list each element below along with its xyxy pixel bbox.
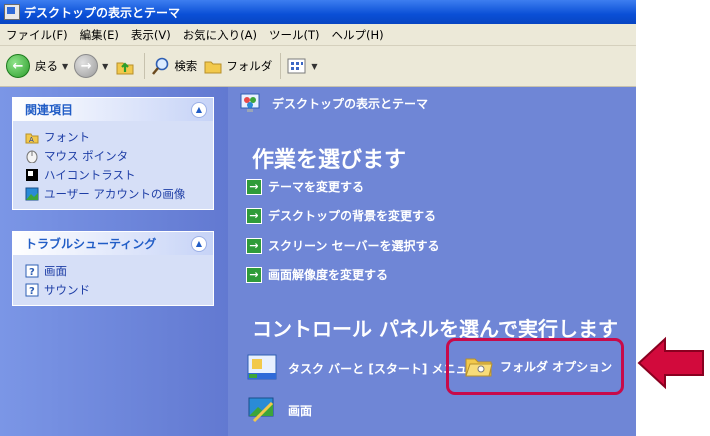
title-bar[interactable]: デスクトップの表示とテーマ <box>0 0 636 24</box>
svg-text:?: ? <box>29 267 35 278</box>
search-label: 検索 <box>174 59 198 73</box>
related-topics-box: 関連項目 ▲ A フォント マウス ポインタ ハイコントラスト ユーザー アカウ… <box>12 97 214 210</box>
views-icon <box>287 58 306 74</box>
trouble-item-label: 画面 <box>44 263 67 278</box>
related-item-user-picture[interactable]: ユーザー アカウントの画像 <box>25 184 203 203</box>
menu-file[interactable]: ファイル(F) <box>0 27 74 43</box>
forward-button[interactable]: → ▼ <box>74 52 108 80</box>
troubleshooting-title: トラブルシューティング <box>25 237 157 251</box>
related-topics-header[interactable]: 関連項目 ▲ <box>13 98 213 121</box>
trouble-item-label: サウンド <box>44 282 90 297</box>
cp-display[interactable]: 画面 <box>246 393 312 427</box>
forward-dropdown-icon[interactable]: ▼ <box>102 62 108 71</box>
folder-up-icon <box>116 62 134 75</box>
menu-view[interactable]: 表示(V) <box>125 27 177 43</box>
collapse-chevron-icon[interactable]: ▲ <box>191 101 207 118</box>
back-button[interactable]: ← 戻る ▼ <box>6 52 68 80</box>
troubleshooting-header[interactable]: トラブルシューティング ▲ <box>13 232 213 255</box>
task-change-background[interactable]: → デスクトップの背景を変更する <box>246 207 436 224</box>
task-label: 画面解像度を変更する <box>268 268 389 282</box>
task-arrow-icon: → <box>246 207 262 224</box>
help-icon: ? <box>25 283 39 297</box>
related-item-label: ユーザー アカウントの画像 <box>44 186 186 201</box>
views-button[interactable]: ▼ <box>287 52 317 80</box>
desktop-themes-icon <box>240 93 260 112</box>
related-item-label: マウス ポインタ <box>44 148 129 163</box>
category-title: デスクトップの表示とテーマ <box>272 96 429 111</box>
user-picture-icon <box>25 187 39 200</box>
folder-icon <box>204 61 222 74</box>
task-choose-screensaver[interactable]: → スクリーン セーバーを選択する <box>246 237 439 254</box>
cp-taskbar-start-menu[interactable]: タスク バーと [スタート] メニュー <box>246 351 480 385</box>
back-label: 戻る <box>35 59 58 73</box>
task-arrow-icon: → <box>246 178 262 195</box>
task-label: テーマを変更する <box>268 180 365 194</box>
troubleshooting-box: トラブルシューティング ▲ ? 画面 ? サウンド <box>12 231 214 306</box>
task-arrow-icon: → <box>246 237 262 254</box>
back-dropdown-icon[interactable]: ▼ <box>62 62 68 71</box>
high-contrast-icon <box>26 168 38 181</box>
window-title: デスクトップの表示とテーマ <box>24 5 181 20</box>
related-item-high-contrast[interactable]: ハイコントラスト <box>25 165 203 184</box>
menu-favorites[interactable]: お気に入り(A) <box>177 27 263 43</box>
toolbar: ← 戻る ▼ → ▼ 検索 フォルダ ▼ <box>0 46 636 87</box>
mouse-icon <box>26 150 38 163</box>
back-arrow-icon: ← <box>6 54 30 78</box>
taskbar-icon <box>247 354 277 380</box>
menu-bar: ファイル(F) 編集(E) 表示(V) お気に入り(A) ツール(T) ヘルプ(… <box>0 24 636 46</box>
toolbar-separator <box>144 53 146 79</box>
trouble-item-display[interactable]: ? 画面 <box>25 261 203 280</box>
related-item-label: フォント <box>44 129 90 144</box>
up-button[interactable] <box>114 52 136 80</box>
pick-task-heading: 作業を選びます <box>252 148 407 173</box>
folders-label: フォルダ <box>226 59 273 73</box>
search-button[interactable]: 検索 <box>151 52 197 80</box>
task-arrow-icon: → <box>246 266 262 283</box>
folder-options-highlight <box>446 338 624 395</box>
help-icon: ? <box>25 264 39 278</box>
toolbar-separator <box>280 53 282 79</box>
collapse-chevron-icon[interactable]: ▲ <box>191 235 207 252</box>
related-topics-title: 関連項目 <box>25 103 74 117</box>
forward-arrow-icon: → <box>74 54 99 78</box>
related-item-mouse-pointers[interactable]: マウス ポインタ <box>25 146 203 165</box>
trouble-item-sound[interactable]: ? サウンド <box>25 280 203 299</box>
window-icon <box>4 4 20 20</box>
task-change-theme[interactable]: → テーマを変更する <box>246 178 364 195</box>
views-dropdown-icon[interactable]: ▼ <box>311 62 317 71</box>
related-item-fonts[interactable]: A フォント <box>25 127 203 146</box>
search-icon <box>152 57 169 75</box>
display-icon <box>248 397 274 423</box>
svg-text:A: A <box>29 136 34 144</box>
related-item-label: ハイコントラスト <box>44 167 136 182</box>
menu-edit[interactable]: 編集(E) <box>74 27 125 43</box>
cp-item-label: 画面 <box>288 403 313 418</box>
menu-help[interactable]: ヘルプ(H) <box>326 27 390 43</box>
task-label: デスクトップの背景を変更する <box>268 209 437 223</box>
svg-text:?: ? <box>29 286 35 297</box>
pointer-arrow-icon <box>637 336 704 390</box>
task-change-resolution[interactable]: → 画面解像度を変更する <box>246 266 388 283</box>
menu-tools[interactable]: ツール(T) <box>263 27 326 43</box>
folders-button[interactable]: フォルダ <box>203 52 272 80</box>
fonts-folder-icon: A <box>25 133 39 144</box>
task-label: スクリーン セーバーを選択する <box>268 239 440 253</box>
task-pane: 関連項目 ▲ A フォント マウス ポインタ ハイコントラスト ユーザー アカウ… <box>0 87 228 436</box>
category-header: デスクトップの表示とテーマ <box>228 87 636 119</box>
